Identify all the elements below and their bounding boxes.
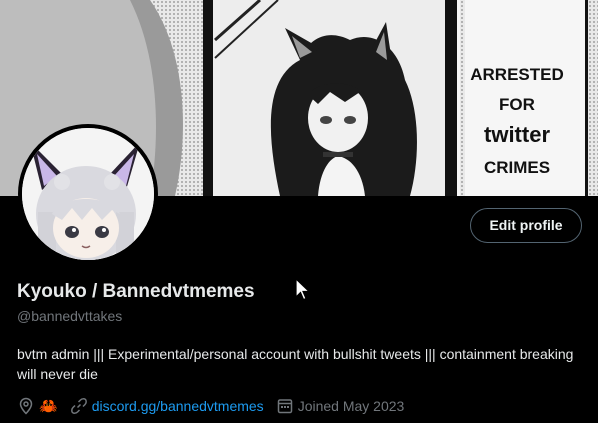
avatar[interactable]: [18, 124, 158, 264]
banner-caption-line: ARRESTED: [470, 65, 564, 84]
location-text: 🦀: [39, 398, 58, 415]
link-icon: [70, 397, 88, 415]
display-name: Kyouko / Bannedvtmemes: [17, 281, 255, 302]
banner-caption-line: twitter: [484, 122, 550, 147]
banner-caption-line: CRIMES: [484, 158, 550, 177]
avatar-image: [22, 128, 154, 260]
joined-date: Joined May 2023: [297, 398, 405, 414]
profile-bio: bvtm admin ||| Experimental/personal acc…: [17, 346, 574, 382]
location-icon: [17, 397, 35, 415]
mouse-cursor-icon: [295, 278, 311, 302]
profile-meta: 🦀 discord.gg/bannedvtmemes Joined May 20…: [17, 396, 404, 416]
banner-caption-line: FOR: [499, 95, 535, 114]
profile-link[interactable]: discord.gg/bannedvtmemes: [92, 398, 264, 414]
user-handle: @bannedvttakes: [17, 308, 123, 324]
edit-profile-button[interactable]: Edit profile: [470, 208, 582, 243]
calendar-icon: [276, 397, 294, 415]
